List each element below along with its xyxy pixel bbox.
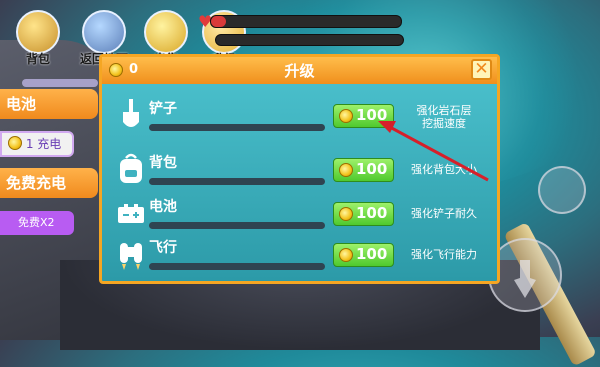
- annotation-arrow: [378, 121, 489, 182]
